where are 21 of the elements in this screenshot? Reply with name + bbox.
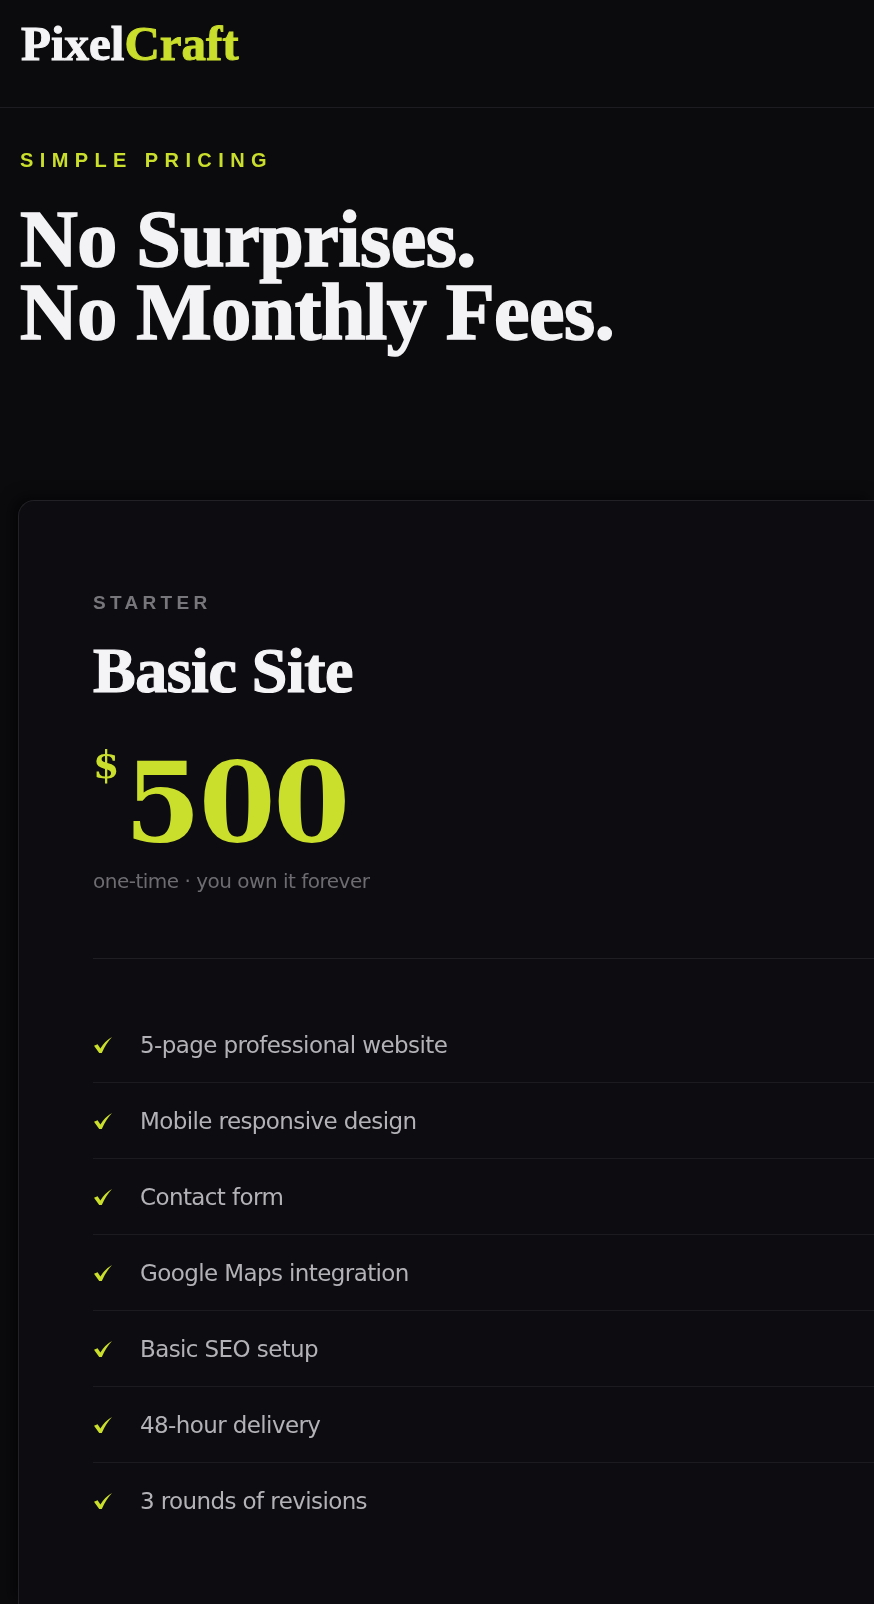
feature-text: 5-page professional website: [140, 1030, 448, 1060]
page-headline: No Surprises. No Monthly Fees.: [20, 194, 616, 358]
plan-name: Basic Site: [93, 636, 354, 706]
check-icon: [93, 1263, 113, 1282]
feature-text: 3 rounds of revisions: [140, 1486, 367, 1516]
feature-text: Google Maps integration: [140, 1258, 409, 1288]
check-icon: [93, 1187, 113, 1206]
feature-text: 48-hour delivery: [140, 1410, 321, 1440]
price-note: one-time · you own it forever: [93, 868, 370, 895]
plan-price: $500: [93, 748, 349, 858]
check-icon: [93, 1415, 113, 1434]
check-icon: [93, 1035, 113, 1054]
section-eyebrow: SIMPLE PRICING: [20, 148, 273, 172]
feature-text: Contact form: [140, 1182, 284, 1212]
check-icon: [93, 1111, 113, 1130]
check-icon: [93, 1339, 113, 1358]
check-icon: [93, 1491, 113, 1510]
plan-tier-label: STARTER: [93, 591, 212, 615]
logo[interactable]: PixelCraft: [20, 16, 240, 72]
feature-text: Basic SEO setup: [140, 1334, 319, 1364]
feature-text: Mobile responsive design: [140, 1106, 417, 1136]
